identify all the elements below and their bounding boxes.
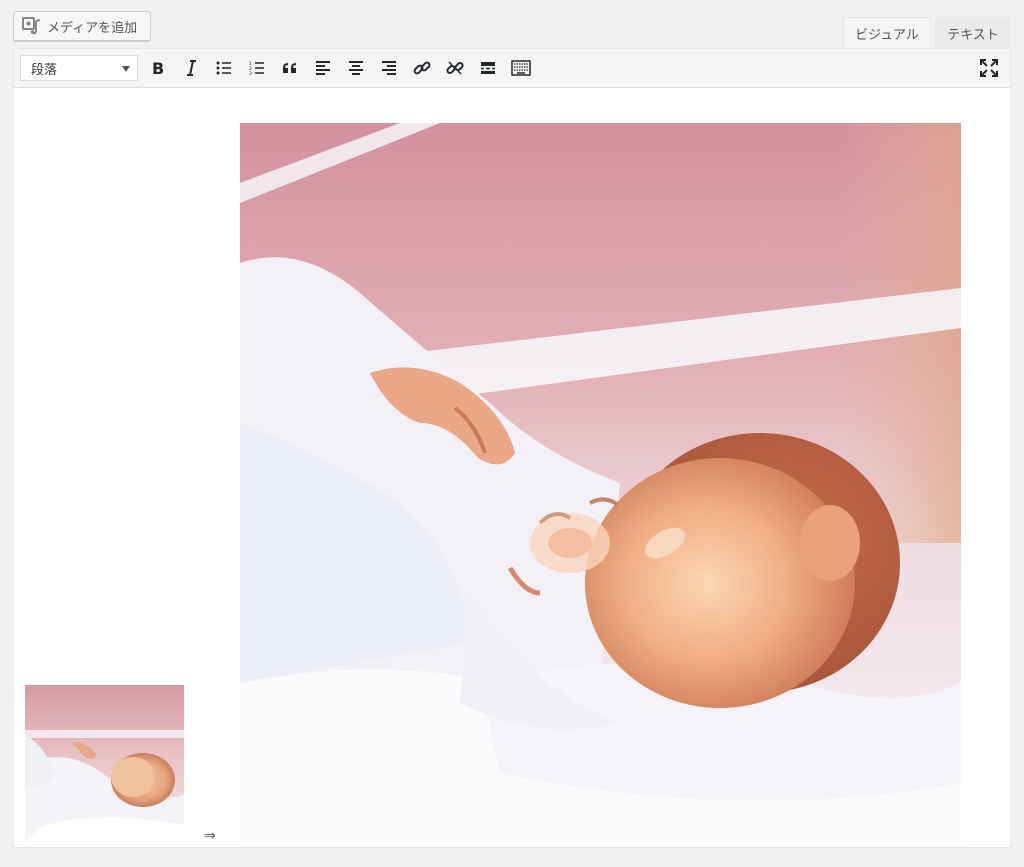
add-media-button[interactable]: メディアを追加 (13, 11, 151, 41)
bulleted-list-button[interactable] (210, 54, 238, 82)
unlink-icon (446, 59, 464, 77)
link-icon (413, 59, 431, 77)
blockquote-button[interactable] (276, 54, 304, 82)
editor-toolbar: 段落 B 1 2 3 (14, 49, 1010, 88)
format-select[interactable]: 段落 (20, 55, 138, 81)
italic-button[interactable] (177, 54, 205, 82)
bulleted-list-icon (216, 61, 232, 75)
insert-link-button[interactable] (408, 54, 436, 82)
tab-text-label: テキスト (947, 27, 999, 43)
italic-icon (184, 60, 198, 76)
tab-text[interactable]: テキスト (935, 17, 1011, 49)
fullscreen-icon (980, 59, 998, 77)
format-select-value: 段落 (31, 62, 58, 78)
baby-large-image[interactable] (240, 123, 961, 843)
quote-icon (282, 62, 298, 74)
align-left-icon (315, 61, 331, 75)
editor: 段落 B 1 2 3 ⇒ (13, 48, 1011, 848)
read-more-icon (480, 61, 496, 75)
remove-link-button[interactable] (441, 54, 469, 82)
align-center-icon (348, 61, 364, 75)
align-right-button[interactable] (375, 54, 403, 82)
svg-text:B: B (152, 60, 164, 76)
arrow-text: ⇒ (204, 828, 216, 844)
bold-icon: B (151, 60, 165, 76)
tab-visual[interactable]: ビジュアル (843, 17, 931, 49)
keyboard-icon (511, 60, 531, 76)
align-right-icon (381, 61, 397, 75)
bold-button[interactable]: B (144, 54, 172, 82)
read-more-button[interactable] (474, 54, 502, 82)
fullscreen-button[interactable] (975, 54, 1003, 82)
editor-content[interactable]: ⇒ (14, 88, 1010, 847)
chevron-down-icon (122, 66, 130, 72)
numbered-list-icon: 1 2 3 (249, 61, 265, 75)
tab-visual-label: ビジュアル (855, 28, 919, 43)
add-media-label: メディアを追加 (47, 20, 138, 36)
numbered-list-button[interactable]: 1 2 3 (243, 54, 271, 82)
align-left-button[interactable] (309, 54, 337, 82)
align-center-button[interactable] (342, 54, 370, 82)
svg-text:3: 3 (249, 71, 252, 75)
baby-thumbnail-image[interactable] (25, 685, 184, 842)
media-icon (22, 17, 42, 35)
toolbar-toggle-button[interactable] (507, 54, 535, 82)
